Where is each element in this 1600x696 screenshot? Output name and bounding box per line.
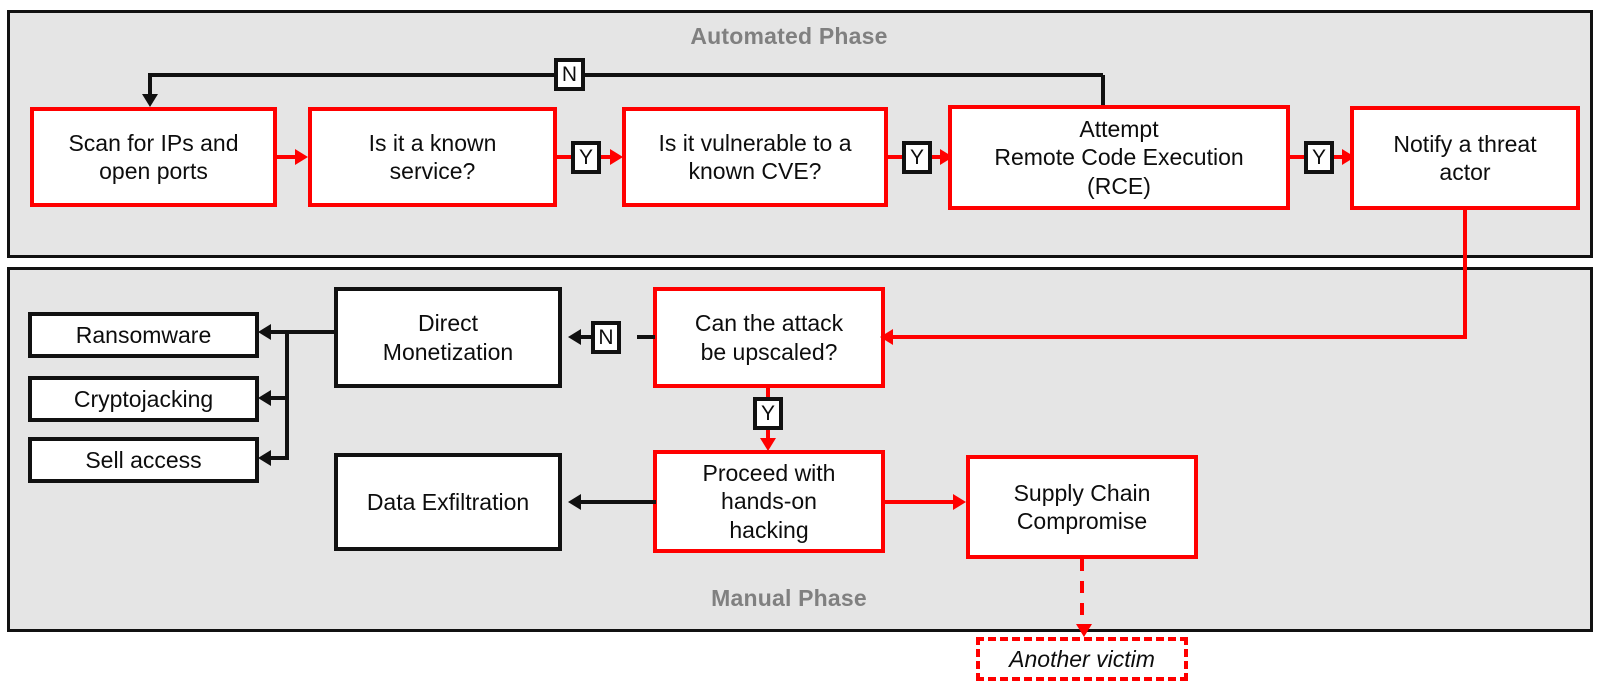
- node-upscaled-line-2: be upscaled?: [700, 338, 838, 365]
- loop-line-horizontal: [148, 73, 1103, 77]
- node-ransomware[interactable]: Ransomware: [28, 312, 259, 358]
- node-attempt-rce[interactable]: Attempt Remote Code Execution (RCE): [948, 105, 1290, 210]
- node-known-cve-line-2: known CVE?: [688, 158, 822, 184]
- edge-label-text: N: [598, 326, 614, 349]
- node-rce-line-1: Attempt: [1079, 116, 1159, 143]
- node-supply-chain-line-1: Supply Chain: [1013, 479, 1151, 506]
- node-known-cve-line-1: Is it vulnerable to a: [658, 129, 852, 156]
- edge-label-text: Y: [1311, 146, 1326, 169]
- manual-phase-label: Manual Phase: [711, 585, 867, 611]
- edge-label-no-cve-loop: N: [554, 58, 585, 91]
- edge-to-cryptojacking-arrowhead: [258, 390, 271, 406]
- node-is-vulnerable-to-cve[interactable]: Is it vulnerable to a known CVE?: [622, 107, 888, 207]
- flowchart-canvas: Automated Phase N Scan for IPs and open …: [0, 0, 1600, 696]
- node-can-attack-be-upscaled[interactable]: Can the attack be upscaled?: [653, 287, 885, 388]
- node-another-victim[interactable]: Another victim: [976, 637, 1188, 681]
- node-notify-threat-actor[interactable]: Notify a threat actor: [1350, 106, 1580, 210]
- edge-label-text: Y: [578, 146, 593, 169]
- edge-notify-to-upscaled-arrowhead: [880, 329, 893, 345]
- node-cryptojacking-label: Cryptojacking: [73, 385, 214, 412]
- edge-proceed-to-supply-chain-arrowhead: [953, 494, 966, 510]
- node-sell-access-label: Sell access: [85, 446, 202, 473]
- loop-line-down-from-rce: [1101, 75, 1105, 107]
- node-notify-line-1: Notify a threat: [1393, 130, 1537, 157]
- node-proceed-hands-on-hacking[interactable]: Proceed with hands-on hacking: [653, 450, 885, 553]
- edge-notify-to-upscaled-horizontal: [890, 335, 1467, 339]
- edge-supply-chain-to-another-victim-dashed: [1080, 559, 1084, 629]
- loop-arrowhead-into-scan: [142, 94, 158, 107]
- edge-label-yes-service: Y: [571, 141, 601, 174]
- node-rce-line-3: (RCE): [1087, 172, 1151, 199]
- edge-monetization-fan-top: [285, 330, 337, 334]
- node-sell-access[interactable]: Sell access: [28, 437, 259, 483]
- node-is-known-service[interactable]: Is it a known service?: [308, 107, 557, 207]
- node-notify-line-2: actor: [1439, 159, 1491, 185]
- node-known-service-line-1: Is it a known: [368, 129, 497, 156]
- edge-monetization-fan-vertical: [285, 330, 289, 460]
- edge-label-text: N: [561, 63, 578, 86]
- edge-label-text: Y: [909, 146, 924, 169]
- node-scan-line-1: Scan for IPs and: [68, 129, 239, 156]
- edge-label-no-upscale: N: [591, 321, 621, 354]
- node-direct-monetization[interactable]: Direct Monetization: [334, 287, 562, 388]
- node-direct-monetization-line-1: Direct: [417, 310, 479, 337]
- node-supply-chain-compromise[interactable]: Supply Chain Compromise: [966, 455, 1198, 559]
- node-direct-monetization-line-2: Monetization: [382, 338, 514, 365]
- node-rce-line-2: Remote Code Execution: [994, 144, 1244, 171]
- node-proceed-line-1: Proceed with: [702, 460, 836, 487]
- edge-upscaled-to-n: [637, 335, 655, 339]
- edge-scan-to-known-service-arrowhead: [295, 149, 308, 165]
- edge-proceed-to-data-exfiltration-arrowhead: [568, 494, 581, 510]
- edge-n-to-direct-monetization-arrowhead: [568, 329, 581, 345]
- node-supply-chain-line-2: Compromise: [1016, 508, 1148, 534]
- node-cryptojacking[interactable]: Cryptojacking: [28, 376, 259, 422]
- edge-notify-to-upscaled-vertical: [1463, 210, 1467, 337]
- node-known-service-line-2: service?: [389, 158, 476, 184]
- node-data-exfiltration[interactable]: Data Exfiltration: [334, 453, 562, 551]
- node-another-victim-label: Another victim: [1009, 645, 1155, 672]
- edge-to-ransomware-arrowhead: [258, 324, 271, 340]
- edge-label-yes-rce: Y: [1304, 141, 1334, 174]
- edge-proceed-to-supply-chain: [885, 500, 960, 504]
- edge-label-yes-cve: Y: [902, 141, 932, 174]
- node-scan-line-2: open ports: [99, 158, 208, 184]
- edge-to-ransomware: [270, 330, 288, 334]
- automated-phase-label: Automated Phase: [690, 23, 888, 49]
- node-ransomware-label: Ransomware: [75, 321, 212, 348]
- node-upscaled-line-1: Can the attack: [694, 310, 844, 337]
- node-data-exfiltration-label: Data Exfiltration: [366, 488, 530, 515]
- edge-supply-chain-to-another-victim-arrowhead: [1076, 624, 1092, 637]
- edge-proceed-to-data-exfiltration: [578, 500, 656, 504]
- node-proceed-line-2: hands-on: [721, 488, 817, 515]
- edge-to-cryptojacking: [270, 396, 288, 400]
- edge-to-sell-access: [270, 456, 288, 460]
- edge-label-yes-upscale: Y: [753, 397, 783, 430]
- node-scan-for-ips[interactable]: Scan for IPs and open ports: [30, 107, 277, 207]
- edge-to-sell-access-arrowhead: [258, 450, 271, 466]
- edge-scan-to-known-service: [277, 155, 297, 159]
- edge-label-text: Y: [760, 402, 775, 425]
- node-proceed-line-3: hacking: [729, 516, 809, 543]
